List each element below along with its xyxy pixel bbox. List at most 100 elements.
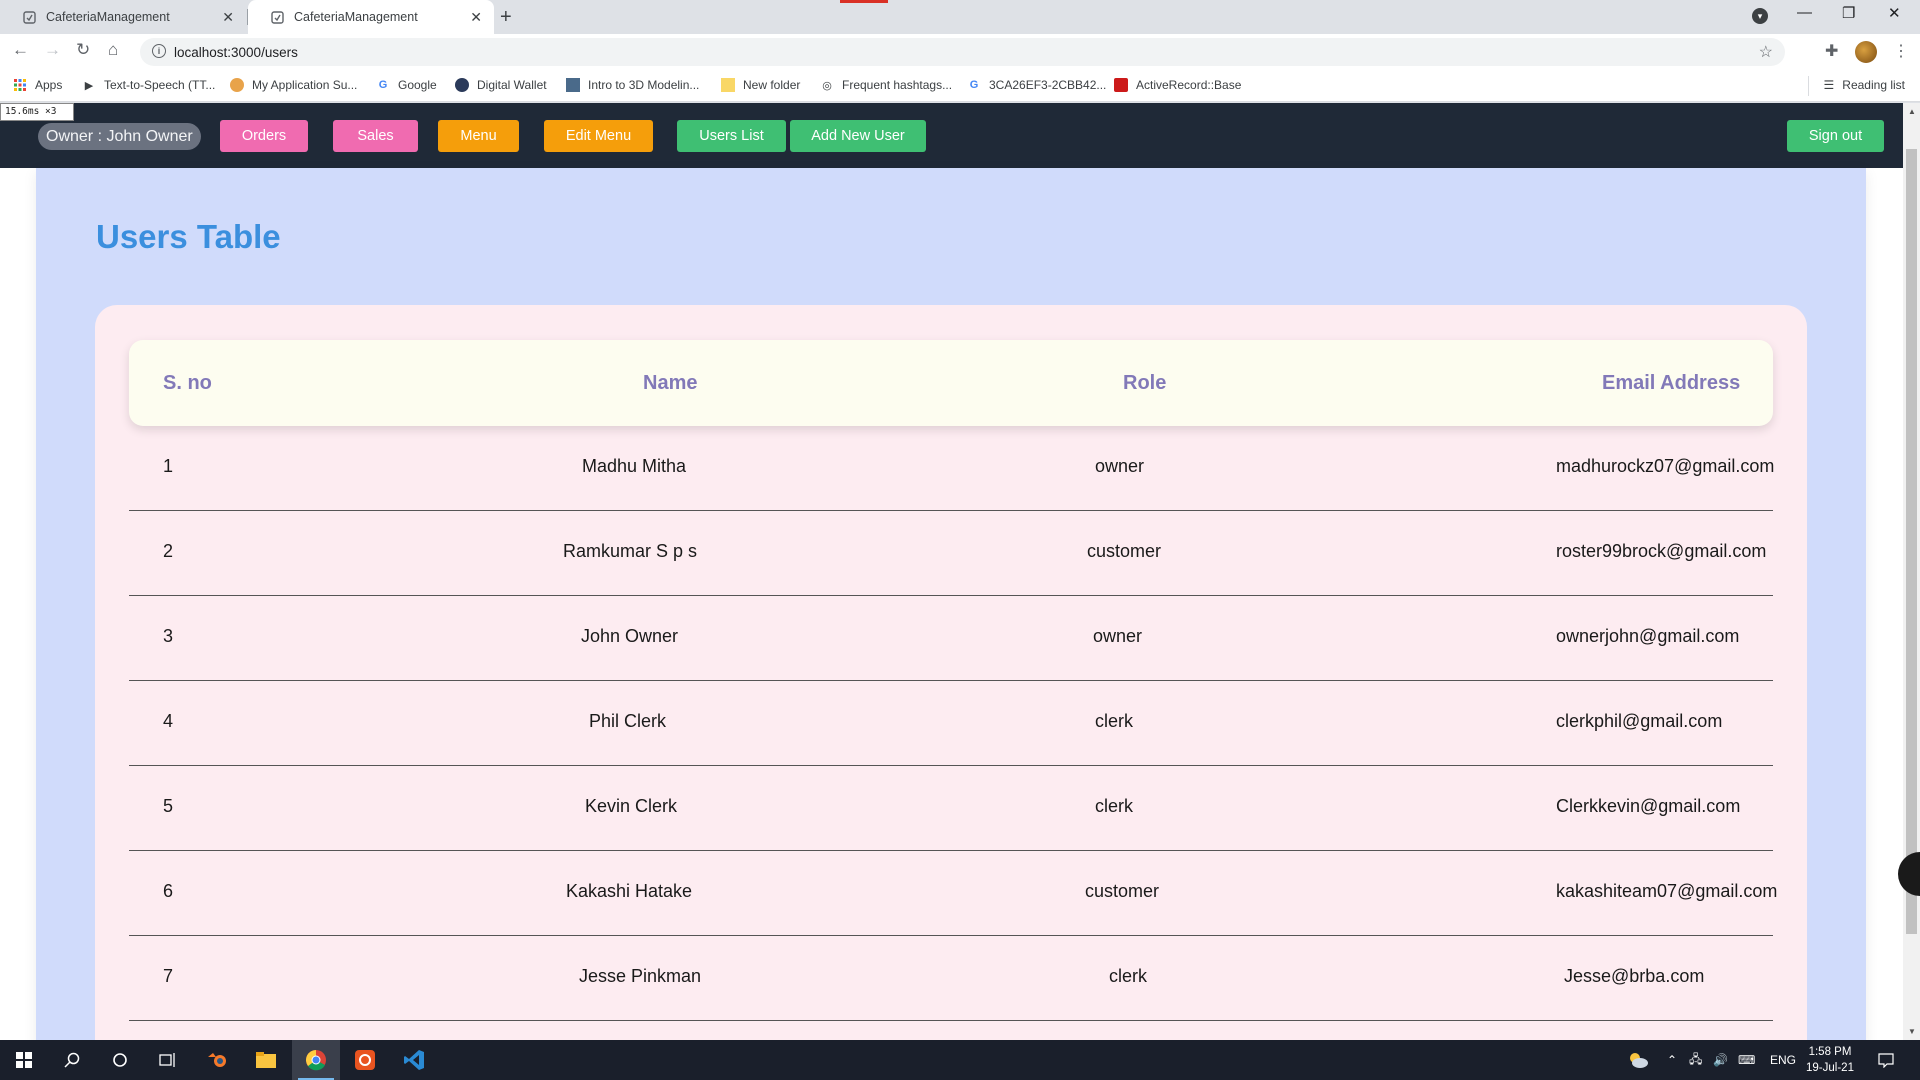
weather-icon[interactable] xyxy=(1627,1040,1649,1080)
menu-button[interactable]: Menu xyxy=(438,120,519,152)
windows-start-icon[interactable] xyxy=(0,1040,48,1080)
table-row: 7 Jesse Pinkman clerk Jesse@brba.com xyxy=(129,936,1773,1021)
bookmark-label: Frequent hashtags... xyxy=(842,78,953,92)
bookmark-folder[interactable]: New folder xyxy=(721,78,800,92)
file-explorer-icon[interactable] xyxy=(242,1040,290,1080)
cell-role: owner xyxy=(1093,626,1143,646)
media-indicator xyxy=(840,0,888,3)
bookmark-divider xyxy=(1808,76,1809,96)
sales-button[interactable]: Sales xyxy=(333,120,418,152)
restore-icon[interactable]: ❐ xyxy=(1842,4,1855,22)
bookmark-activerecord[interactable]: ActiveRecord::Base xyxy=(1114,78,1241,92)
tab-search-icon[interactable]: ▾ xyxy=(1752,8,1768,24)
tab-title: CafeteriaManagement xyxy=(294,10,418,24)
cell-role: customer xyxy=(1087,541,1162,561)
cell-role: clerk xyxy=(1095,796,1134,816)
tab-title: CafeteriaManagement xyxy=(46,10,170,24)
reading-list[interactable]: ☰ Reading list xyxy=(1824,78,1905,92)
table-row: 3 John Owner owner ownerjohn@gmail.com xyxy=(129,596,1773,681)
browser-tab[interactable]: CafeteriaManagement ✕ xyxy=(0,0,246,34)
page-favicon-icon xyxy=(270,10,284,24)
ruby-icon xyxy=(1114,78,1128,92)
forward-arrow-icon[interactable]: → xyxy=(44,40,61,60)
sign-out-button[interactable]: Sign out xyxy=(1787,120,1884,152)
cell-name: John Owner xyxy=(581,626,679,646)
tray-chevron-up-icon[interactable]: ⌃ xyxy=(1667,1040,1677,1080)
system-clock[interactable]: 1:58 PM 19-Jul-21 xyxy=(1800,1044,1860,1076)
profile-avatar[interactable] xyxy=(1855,41,1877,63)
bookmark-label: Intro to 3D Modelin... xyxy=(588,78,700,92)
scroll-thumb[interactable] xyxy=(1906,149,1917,934)
search-icon[interactable] xyxy=(48,1040,96,1080)
reload-icon[interactable]: ↻ xyxy=(76,40,90,60)
cortana-icon[interactable] xyxy=(96,1040,144,1080)
edit-menu-button[interactable]: Edit Menu xyxy=(544,120,653,152)
bookmark-google[interactable]: G Google xyxy=(376,78,437,92)
keyboard-icon[interactable]: ⌨ xyxy=(1738,1040,1755,1080)
users-container: Users Table S. no Name Role Email Addres… xyxy=(36,168,1866,1040)
cell-sno: 6 xyxy=(163,881,174,901)
vscode-icon[interactable] xyxy=(390,1040,438,1080)
google-icon: G xyxy=(969,79,979,91)
cell-role: customer xyxy=(1085,881,1160,901)
extensions-puzzle-icon[interactable]: ✚ xyxy=(1825,41,1838,61)
users-list-button[interactable]: Users List xyxy=(677,120,786,152)
bookmark-hashtags[interactable]: ◎ Frequent hashtags... xyxy=(820,78,952,92)
more-menu-icon[interactable]: ⋮ xyxy=(1893,41,1909,61)
owner-badge: Owner : John Owner xyxy=(38,123,201,150)
network-icon[interactable]: 🖧 xyxy=(1689,1040,1702,1080)
new-tab-plus-icon[interactable]: + xyxy=(500,6,512,29)
cell-sno: 4 xyxy=(163,711,174,731)
notifications-icon[interactable] xyxy=(1878,1040,1894,1080)
bookmark-wallet[interactable]: Digital Wallet xyxy=(455,78,547,92)
cell-name: Madhu Mitha xyxy=(582,456,687,476)
close-tab-icon[interactable]: ✕ xyxy=(470,9,482,26)
bookmark-google-doc[interactable]: G 3CA26EF3-2CBB42... xyxy=(967,78,1107,92)
application-icon xyxy=(230,78,244,92)
bookmark-label: ActiveRecord::Base xyxy=(1136,78,1242,92)
task-view-icon[interactable] xyxy=(144,1040,192,1080)
address-bar[interactable]: i localhost:3000/users ☆ xyxy=(140,38,1785,66)
page-scrollbar[interactable]: ▲ ▼ xyxy=(1903,103,1920,1040)
language-indicator[interactable]: ENG xyxy=(1770,1040,1796,1080)
page-favicon-icon xyxy=(22,10,36,24)
close-window-icon[interactable]: ✕ xyxy=(1888,4,1901,22)
close-tab-icon[interactable]: ✕ xyxy=(222,9,234,26)
bookmark-apps[interactable]: Apps xyxy=(13,78,62,92)
table-row: 1 Madhu Mitha owner madhurockz07@gmail.c… xyxy=(129,426,1775,511)
bookmark-application[interactable]: My Application Su... xyxy=(230,78,357,92)
orders-button[interactable]: Orders xyxy=(220,120,308,152)
site-info-icon[interactable]: i xyxy=(152,44,166,58)
home-icon[interactable]: ⌂ xyxy=(108,40,118,60)
windows-taskbar: ⌃ 🖧 🔊 ⌨ ENG 1:58 PM 19-Jul-21 xyxy=(0,1040,1920,1080)
scroll-up-arrow-icon[interactable]: ▲ xyxy=(1908,107,1916,116)
cell-email: Jesse@brba.com xyxy=(1564,966,1705,986)
bookmarks-bar: Apps ▶ Text-to-Speech (TT... My Applicat… xyxy=(0,70,1920,102)
chrome-icon[interactable] xyxy=(292,1040,340,1080)
top-navbar: Owner : John Owner Orders Sales Menu Edi… xyxy=(0,103,1903,168)
bookmark-star-icon[interactable]: ☆ xyxy=(1759,42,1773,62)
bookmark-label: Google xyxy=(398,78,437,92)
minimize-icon[interactable]: — xyxy=(1797,4,1812,21)
cell-sno: 5 xyxy=(163,796,174,816)
column-header-role: Role xyxy=(1123,372,1167,394)
scroll-down-arrow-icon[interactable]: ▼ xyxy=(1908,1027,1916,1036)
cell-email: kakashiteam07@gmail.com xyxy=(1556,881,1778,901)
google-icon: G xyxy=(378,79,388,91)
modeling-icon xyxy=(566,78,580,92)
blender-icon[interactable] xyxy=(194,1040,242,1080)
clock-date: 19-Jul-21 xyxy=(1806,1062,1854,1074)
volume-icon[interactable]: 🔊 xyxy=(1713,1040,1728,1080)
table-row: 6 Kakashi Hatake customer kakashiteam07@… xyxy=(129,851,1777,936)
perf-meter: 15.6ms ×3 xyxy=(0,103,74,121)
add-new-user-button[interactable]: Add New User xyxy=(790,120,926,152)
ubuntu-icon[interactable] xyxy=(341,1040,389,1080)
cell-email: Clerkkevin@gmail.com xyxy=(1556,796,1741,816)
bookmark-modeling[interactable]: Intro to 3D Modelin... xyxy=(566,78,699,92)
clock-time: 1:58 PM xyxy=(1808,1046,1852,1058)
column-header-sno: S. no xyxy=(163,372,212,394)
back-arrow-icon[interactable]: ← xyxy=(12,40,29,60)
browser-tab-active[interactable]: CafeteriaManagement ✕ xyxy=(248,0,494,34)
bookmark-tts[interactable]: ▶ Text-to-Speech (TT... xyxy=(82,78,216,92)
cell-email: madhurockz07@gmail.com xyxy=(1556,456,1775,476)
